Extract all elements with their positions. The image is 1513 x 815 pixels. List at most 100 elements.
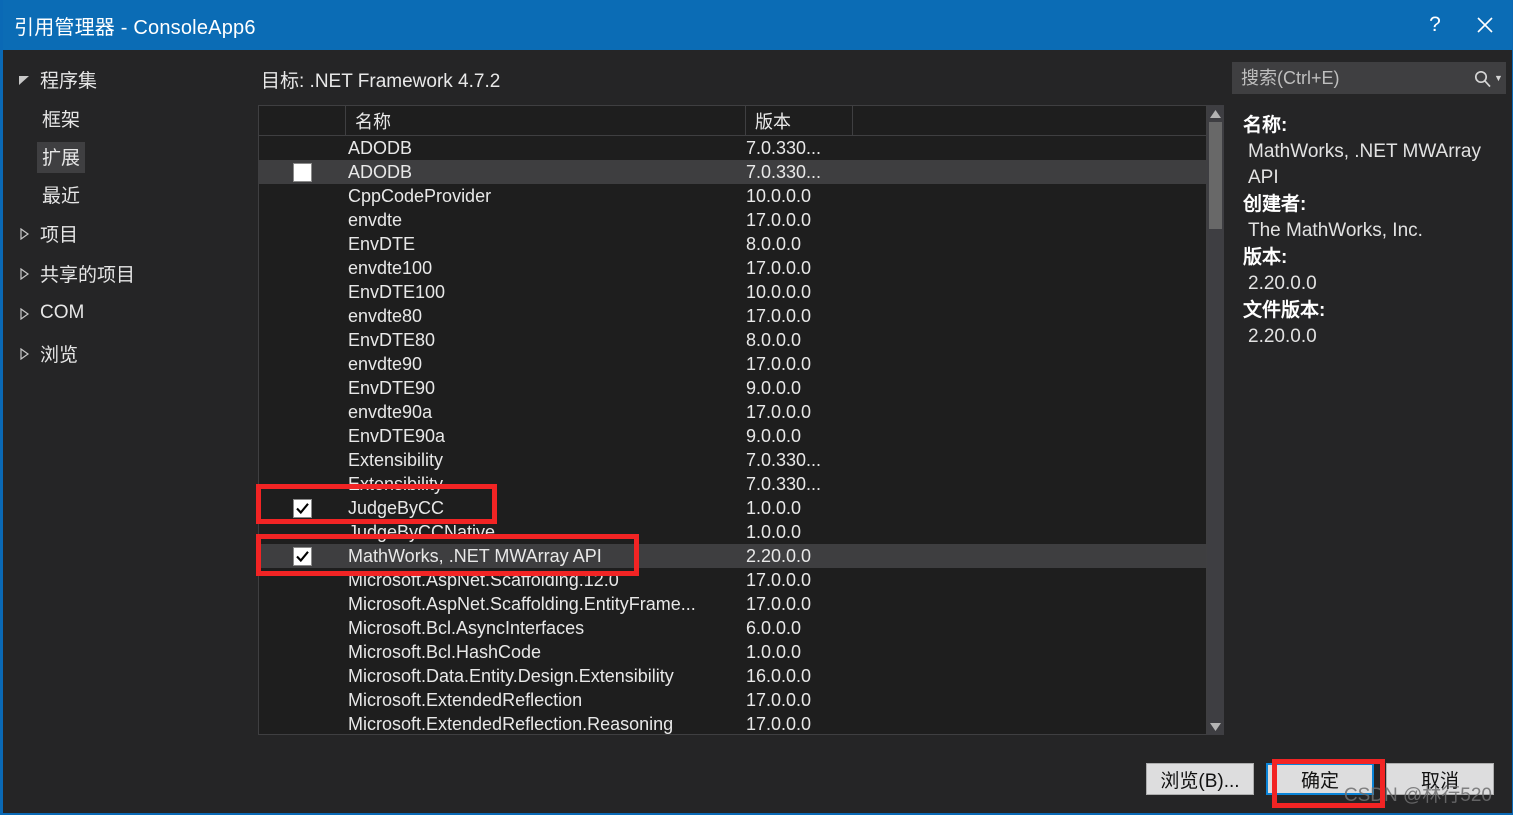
scrollbar-thumb[interactable] (1209, 122, 1222, 229)
table-row[interactable]: Microsoft.AspNet.Scaffolding.EntityFrame… (259, 592, 1206, 616)
search-icon[interactable] (1473, 69, 1492, 88)
chevron-down-icon[interactable]: ▼ (1494, 73, 1503, 83)
list-scrollbar[interactable] (1207, 105, 1224, 735)
assembly-version: 7.0.330... (746, 138, 853, 159)
table-row[interactable]: Extensibility7.0.330... (259, 472, 1206, 496)
row-checkbox-cell[interactable] (259, 568, 346, 592)
checkbox-unchecked[interactable] (293, 163, 312, 182)
row-checkbox-cell[interactable] (259, 280, 346, 304)
checkbox-checked[interactable] (293, 547, 312, 566)
table-row[interactable]: Microsoft.Bcl.HashCode1.0.0.0 (259, 640, 1206, 664)
table-row[interactable]: envdte8017.0.0.0 (259, 304, 1206, 328)
row-checkbox-cell[interactable] (259, 640, 346, 664)
table-row[interactable]: JudgeByCC1.0.0.0 (259, 496, 1206, 520)
row-checkbox-cell[interactable] (259, 520, 346, 544)
sidebar-item-3[interactable]: 最近 (3, 176, 254, 214)
sidebar-item-2[interactable]: 扩展 (3, 138, 254, 176)
row-checkbox-cell[interactable] (259, 208, 346, 232)
column-header-name[interactable]: 名称 (346, 106, 746, 136)
search-box[interactable]: ▼ (1232, 62, 1506, 94)
table-row[interactable]: EnvDTE90a9.0.0.0 (259, 424, 1206, 448)
sidebar-item-label: 程序集 (35, 65, 102, 96)
assembly-name: EnvDTE (346, 234, 746, 255)
table-row[interactable]: JudgeByCCNative1.0.0.0 (259, 520, 1206, 544)
detail-label: 创建者: (1243, 192, 1506, 218)
table-row[interactable]: Microsoft.ExtendedReflection17.0.0.0 (259, 688, 1206, 712)
table-row[interactable]: envdte10017.0.0.0 (259, 256, 1206, 280)
assembly-name: Extensibility (346, 450, 746, 471)
assembly-version: 17.0.0.0 (746, 306, 853, 327)
row-checkbox-cell[interactable] (259, 328, 346, 352)
table-row[interactable]: Microsoft.ExtendedReflection.Reasoning17… (259, 712, 1206, 734)
assembly-version: 6.0.0.0 (746, 618, 853, 639)
row-checkbox-cell[interactable] (259, 256, 346, 280)
details-panel: ▼ 名称:MathWorks, .NET MWArray API创建者:The … (1224, 50, 1512, 745)
row-checkbox-cell[interactable] (259, 688, 346, 712)
list-column-headers: 名称 版本 (259, 106, 1206, 136)
chevron-right-icon[interactable] (13, 294, 35, 334)
sidebar-item-4[interactable]: 项目 (3, 214, 254, 254)
row-checkbox-cell[interactable] (259, 448, 346, 472)
table-row[interactable]: EnvDTE909.0.0.0 (259, 376, 1206, 400)
sidebar-item-6[interactable]: COM (3, 294, 254, 334)
assembly-name: MathWorks, .NET MWArray API (346, 546, 746, 567)
chevron-right-icon[interactable] (13, 334, 35, 374)
sidebar-item-0[interactable]: 程序集 (3, 60, 254, 100)
table-row[interactable]: EnvDTE8.0.0.0 (259, 232, 1206, 256)
row-checkbox-cell[interactable] (259, 184, 346, 208)
browse-button[interactable]: 浏览(B)... (1146, 763, 1254, 795)
detail-value: 2.20.0.0 (1243, 271, 1506, 297)
assembly-version: 17.0.0.0 (746, 258, 853, 279)
table-row[interactable]: EnvDTE10010.0.0.0 (259, 280, 1206, 304)
table-row[interactable]: ADODB7.0.330... (259, 160, 1206, 184)
checkbox-checked[interactable] (293, 499, 312, 518)
row-checkbox-cell[interactable] (259, 616, 346, 640)
scroll-up-icon[interactable] (1207, 105, 1224, 122)
sidebar-item-5[interactable]: 共享的项目 (3, 254, 254, 294)
assembly-name: Microsoft.Data.Entity.Design.Extensibili… (346, 666, 746, 687)
column-header-version[interactable]: 版本 (746, 106, 853, 136)
help-icon[interactable]: ? (1410, 0, 1460, 50)
assembly-version: 8.0.0.0 (746, 234, 853, 255)
assembly-name: Microsoft.AspNet.Scaffolding.EntityFrame… (346, 594, 746, 615)
sidebar-item-label: 框架 (37, 104, 85, 135)
table-row[interactable]: Extensibility7.0.330... (259, 448, 1206, 472)
search-input[interactable] (1241, 68, 1473, 89)
table-row[interactable]: MathWorks, .NET MWArray API2.20.0.0 (259, 544, 1206, 568)
row-checkbox-cell[interactable] (259, 496, 346, 520)
sidebar-item-7[interactable]: 浏览 (3, 334, 254, 374)
chevron-right-icon[interactable] (13, 214, 35, 254)
table-row[interactable]: envdte9017.0.0.0 (259, 352, 1206, 376)
row-checkbox-cell[interactable] (259, 400, 346, 424)
table-row[interactable]: Microsoft.Data.Entity.Design.Extensibili… (259, 664, 1206, 688)
row-checkbox-cell[interactable] (259, 352, 346, 376)
scroll-down-icon[interactable] (1207, 718, 1224, 735)
table-row[interactable]: Microsoft.Bcl.AsyncInterfaces6.0.0.0 (259, 616, 1206, 640)
row-checkbox-cell[interactable] (259, 304, 346, 328)
row-checkbox-cell[interactable] (259, 424, 346, 448)
table-row[interactable]: EnvDTE808.0.0.0 (259, 328, 1206, 352)
row-checkbox-cell[interactable] (259, 376, 346, 400)
chevron-down-icon[interactable] (13, 60, 35, 100)
sidebar-item-1[interactable]: 框架 (3, 100, 254, 138)
row-checkbox-cell[interactable] (259, 232, 346, 256)
row-checkbox-cell[interactable] (259, 712, 346, 734)
assembly-name: ADODB (346, 138, 746, 159)
table-row[interactable]: Microsoft.AspNet.Scaffolding.12.017.0.0.… (259, 568, 1206, 592)
row-checkbox-cell[interactable] (259, 592, 346, 616)
table-row[interactable]: envdte17.0.0.0 (259, 208, 1206, 232)
row-checkbox-cell[interactable] (259, 160, 346, 184)
chevron-right-icon[interactable] (13, 254, 35, 294)
row-checkbox-cell[interactable] (259, 472, 346, 496)
row-checkbox-cell[interactable] (259, 544, 346, 568)
table-row[interactable]: ADODB7.0.330... (259, 136, 1206, 160)
scrollbar-track[interactable] (1207, 122, 1224, 718)
assembly-name: CppCodeProvider (346, 186, 746, 207)
main-panel: 目标: .NET Framework 4.7.2 名称 版本 ADODB7.0.… (254, 50, 1224, 745)
row-checkbox-cell[interactable] (259, 664, 346, 688)
close-icon[interactable] (1460, 0, 1510, 50)
table-row[interactable]: CppCodeProvider10.0.0.0 (259, 184, 1206, 208)
row-checkbox-cell[interactable] (259, 136, 346, 160)
table-row[interactable]: envdte90a17.0.0.0 (259, 400, 1206, 424)
detail-value: MathWorks, .NET MWArray API (1243, 139, 1506, 191)
